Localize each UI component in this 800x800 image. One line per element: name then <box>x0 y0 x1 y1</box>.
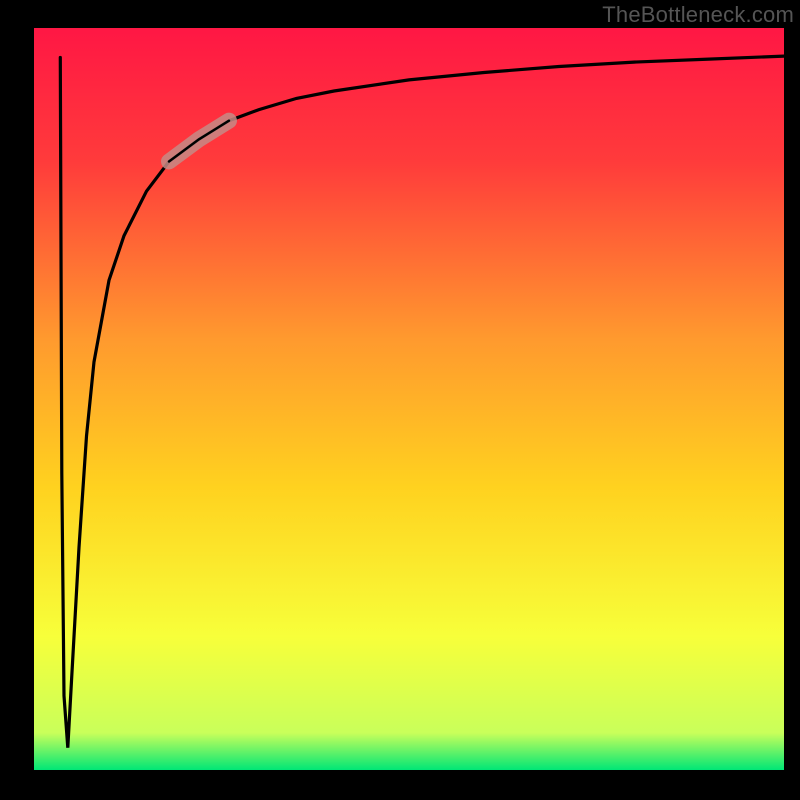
chart-svg <box>0 0 800 800</box>
brand-watermark: TheBottleneck.com <box>602 2 794 28</box>
chart-container: TheBottleneck.com <box>0 0 800 800</box>
plot-area <box>34 28 784 770</box>
